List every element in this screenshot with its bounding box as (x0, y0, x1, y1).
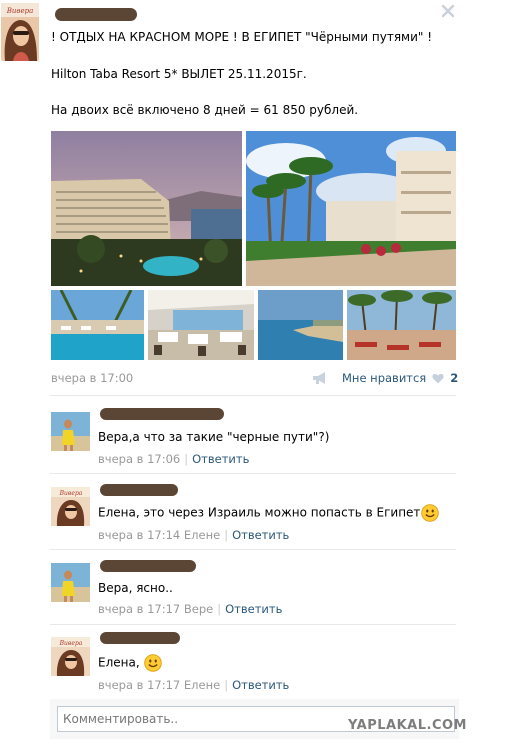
watermark: YAPLAKAL.COM (348, 718, 467, 733)
reply-link[interactable]: Ответить (192, 452, 249, 466)
sea-beach-photo[interactable] (258, 290, 343, 360)
comment-text-body: Елена, (98, 655, 140, 670)
avatar-logo-text: Вивера (59, 490, 83, 497)
separator (50, 624, 456, 625)
vivera-avatar[interactable]: Вивера (51, 637, 90, 676)
smiley-icon (143, 654, 162, 672)
post-author-name-scribble (55, 8, 137, 21)
comment-author-name-scribble (100, 408, 224, 420)
vivera-avatar[interactable]: Вивера (51, 487, 90, 526)
comment-addressee[interactable]: Елене (184, 528, 220, 542)
post-author-avatar[interactable]: Вивера (1, 3, 39, 61)
comment-time[interactable]: вчера в 17:17 (98, 678, 180, 692)
separator (50, 549, 456, 550)
comment-time[interactable]: вчера в 17:17 (98, 602, 180, 616)
beach-girl-avatar[interactable] (51, 563, 90, 602)
comment-text: Вера,а что за такие "черные пути"?) (98, 430, 330, 444)
comment-author-name-scribble (100, 484, 178, 496)
comment-meta: вчера в 17:06 | Ответить (98, 452, 249, 466)
reply-link[interactable]: Ответить (232, 528, 289, 542)
comment-text: Вера, ясно.. (98, 581, 173, 595)
meta-divider: | (224, 678, 229, 692)
separator (50, 395, 456, 396)
meta-divider: | (217, 602, 222, 616)
palm-promenade-photo[interactable] (246, 131, 456, 286)
meta-divider: | (184, 452, 189, 466)
comment-time[interactable]: вчера в 17:14 (98, 528, 180, 542)
like-block[interactable]: Мне нравится 2 (312, 369, 458, 387)
separator (50, 473, 456, 474)
reply-link[interactable]: Ответить (232, 678, 289, 692)
comment-time[interactable]: вчера в 17:06 (98, 452, 180, 466)
post-text-line-3: На двоих всё включено 8 дней = 61 850 ру… (51, 103, 359, 117)
heart-icon[interactable] (432, 373, 444, 384)
comment-meta: вчера в 17:14 Елене | Ответить (98, 528, 289, 542)
like-label[interactable]: Мне нравится (342, 371, 426, 385)
comment-author-name-scribble (100, 632, 180, 644)
pool-photo[interactable] (51, 290, 144, 360)
close-icon[interactable] (441, 4, 455, 18)
post-text-line-2: Hilton Taba Resort 5* ВЫЛЕТ 25.11.2015г. (51, 67, 307, 81)
restaurant-photo[interactable] (148, 290, 254, 360)
beach-loungers-photo[interactable] (347, 290, 456, 360)
comment-meta: вчера в 17:17 Елене | Ответить (98, 678, 289, 692)
comment-meta: вчера в 17:17 Вере | Ответить (98, 602, 282, 616)
smiley-icon (421, 504, 440, 522)
comment-text-body: Елена, это через Израиль можно попасть в… (98, 505, 421, 520)
avatar-logo-text: Вивера (59, 640, 83, 647)
meta-divider: | (224, 528, 229, 542)
like-count: 2 (450, 371, 459, 385)
megaphone-icon[interactable] (312, 371, 328, 385)
beach-girl-avatar[interactable] (51, 412, 90, 451)
comment-text: Елена, (98, 654, 162, 672)
comment-addressee[interactable]: Елене (184, 678, 220, 692)
reply-link[interactable]: Ответить (225, 602, 282, 616)
comment-author-name-scribble (100, 560, 196, 572)
avatar-logo-text: Вивера (6, 7, 34, 15)
comment-text: Елена, это через Израиль можно попасть в… (98, 504, 440, 522)
comment-addressee[interactable]: Вере (184, 602, 213, 616)
hotel-bay-photo[interactable] (51, 131, 242, 286)
post-date[interactable]: вчера в 17:00 (51, 371, 133, 385)
post-text-line-1: ! ОТДЫХ НА КРАСНОМ МОРЕ ! В ЕГИПЕТ "Чёрн… (51, 30, 433, 44)
